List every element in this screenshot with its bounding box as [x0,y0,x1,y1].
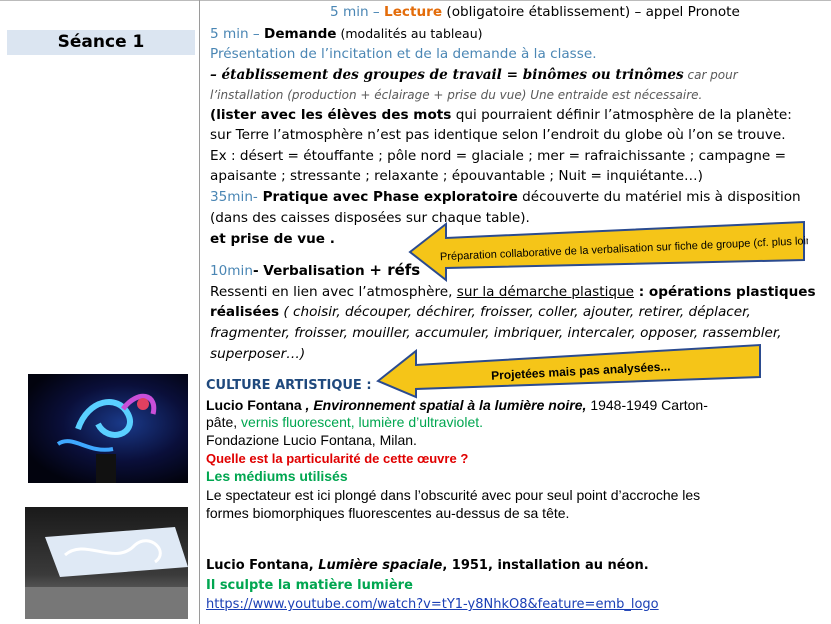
line-ressenti: Ressenti en lien avec l’atmosphère, sur … [210,284,816,300]
line-pratique: 35min- Pratique avec Phase exploratoire … [210,189,801,205]
top-border [0,0,831,1]
line-demande: 5 min – Demande (modalités au tableau) [210,26,483,42]
culture-line-7: formes biomorphiques fluorescentes au-de… [206,505,570,521]
line-installation: l’installation (production + éclairage +… [210,88,703,102]
culture-line-1: Lucio Fontana , Environnement spatial à … [206,397,708,413]
culture-mediums: Les médiums utilisés [206,468,348,484]
culture-heading: CULTURE ARTISTIQUE : [206,378,372,393]
line-exemples: Ex : désert = étouffante ; pôle nord = g… [210,148,786,164]
fontana-black-light-image [28,374,188,483]
seance-title: Séance 1 [7,30,195,55]
culture-question: Quelle est la particularité de cette œuv… [206,451,469,466]
culture-line-3: Fondazione Lucio Fontana, Milan. [206,432,417,448]
line-prise-de-vue: et prise de vue . [210,231,335,247]
line-lister: (lister avec les élèves des mots qui pou… [210,107,792,123]
fontana-neon-installation-image [25,507,188,619]
youtube-link-row: https://www.youtube.com/watch?v=tY1-y8Nh… [206,595,659,614]
line-presentation: Présentation de l’incitation et de la de… [210,46,597,62]
column-divider [199,0,200,624]
line-terre: sur Terre l’atmosphère n’est pas identiq… [210,127,786,143]
arrow-callout-projetees: Projetées mais pas analysées... [376,343,761,399]
line-realisees: réalisées ( choisir, découper, déchirer,… [210,304,751,320]
line-lecture: 5 min – Lecture (obligatoire établisseme… [330,4,740,20]
line-superposer: superposer…) [210,346,306,362]
arrow-callout-verbalisation: Préparation collaborative de la verbalis… [408,220,808,282]
culture-line-9: Il sculpte la matière lumière [206,578,413,593]
line-apaisante: apaisante ; stressante ; relaxante ; épo… [210,168,703,184]
line-groupes: – établissement des groupes de travail =… [210,67,738,83]
line-verbalisation: 10min- Verbalisation + réfs [210,261,421,279]
culture-line-6: Le spectateur est ici plongé dans l’obsc… [206,487,701,503]
line-fragmenter: fragmenter, froisser, mouiller, accumule… [210,325,782,341]
culture-line-2: pâte, vernis fluorescent, lumière d’ultr… [206,414,484,430]
youtube-link[interactable]: https://www.youtube.com/watch?v=tY1-y8Nh… [206,597,659,612]
culture-line-8: Lucio Fontana, Lumière spaciale, 1951, i… [206,558,649,573]
